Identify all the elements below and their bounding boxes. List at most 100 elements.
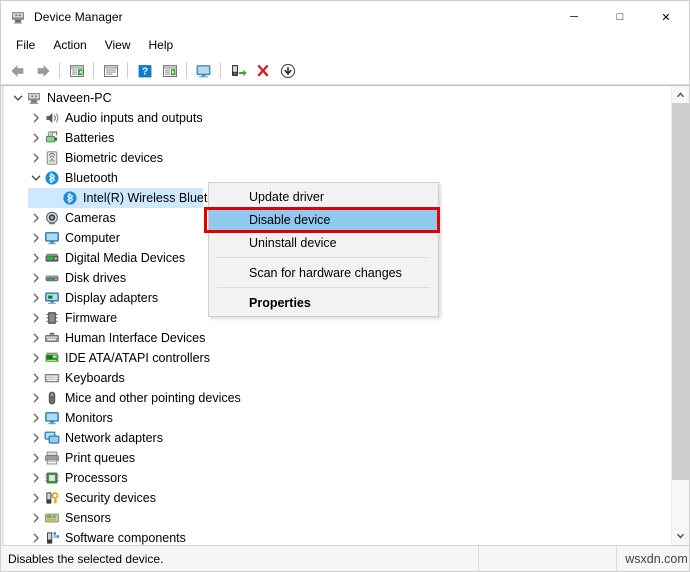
context-menu-item-uninstall-device[interactable]: Uninstall device: [209, 231, 438, 254]
tree-expander-collapsed-icon[interactable]: [28, 150, 44, 166]
tree-expander-collapsed-icon[interactable]: [28, 350, 44, 366]
tree-item[interactable]: Processors: [2, 468, 671, 488]
tree-item[interactable]: Security devices: [2, 488, 671, 508]
menu-view[interactable]: View: [96, 35, 140, 55]
tree-expander-collapsed-icon[interactable]: [28, 410, 44, 426]
svg-text:?: ?: [141, 66, 147, 77]
context-menu[interactable]: Update driver Disable device Uninstall dev…: [208, 182, 439, 317]
camera-icon: [44, 210, 60, 226]
vertical-scrollbar[interactable]: [671, 86, 689, 545]
properties-icon[interactable]: [98, 59, 123, 82]
toolbar-separator-4: [186, 62, 187, 79]
scrollbar-track[interactable]: [672, 103, 689, 528]
tree-expander-collapsed-icon[interactable]: [28, 110, 44, 126]
tree-item[interactable]: Batteries: [2, 128, 671, 148]
window-title: Device Manager: [34, 10, 123, 24]
device-manager-icon: [10, 9, 26, 25]
tree-item[interactable]: Audio inputs and outputs: [2, 108, 671, 128]
tree-expander-leaf-icon: [46, 190, 62, 206]
back-icon[interactable]: [5, 59, 30, 82]
security-key-icon: [44, 490, 60, 506]
context-menu-item-disable-device[interactable]: Disable device: [209, 208, 438, 231]
tree-expander-expanded-icon[interactable]: [28, 170, 44, 186]
tree-item-label: Display adapters: [65, 291, 159, 305]
sensor-icon: [44, 510, 60, 526]
tree-expander-collapsed-icon[interactable]: [28, 470, 44, 486]
update-driver-icon[interactable]: [225, 59, 250, 82]
bluetooth-icon: [62, 190, 78, 206]
hid-icon: [44, 330, 60, 346]
computer-root-icon: [26, 90, 42, 106]
context-menu-item-update-driver[interactable]: Update driver: [209, 185, 438, 208]
tree-expander-collapsed-icon[interactable]: [28, 390, 44, 406]
title-bar: Device Manager ─ □ ✕: [1, 1, 689, 33]
tree-expander-collapsed-icon[interactable]: [28, 490, 44, 506]
tree-expander-collapsed-icon[interactable]: [28, 290, 44, 306]
tree-item[interactable]: Naveen-PC: [2, 88, 671, 108]
scrollbar-thumb[interactable]: [672, 103, 689, 480]
tree-item-label: Security devices: [65, 491, 157, 505]
forward-icon[interactable]: [30, 59, 55, 82]
tree-expander-collapsed-icon[interactable]: [28, 450, 44, 466]
toolbar-separator-5: [220, 62, 221, 79]
tree-item-label: Print queues: [65, 451, 136, 465]
tree-expander-collapsed-icon[interactable]: [28, 130, 44, 146]
menu-help[interactable]: Help: [140, 35, 183, 55]
tree-item[interactable]: Network adapters: [2, 428, 671, 448]
scroll-up-arrow-icon[interactable]: [672, 86, 689, 103]
display-adapter-icon: [44, 290, 60, 306]
tree-item[interactable]: Biometric devices: [2, 148, 671, 168]
tree-expander-collapsed-icon[interactable]: [28, 510, 44, 526]
status-message: Disables the selected device.: [1, 546, 479, 571]
ide-controller-icon: [44, 350, 60, 366]
tree-item-label: Human Interface Devices: [65, 331, 206, 345]
help-icon[interactable]: ?: [132, 59, 157, 82]
tree-item-label: Sensors: [65, 511, 111, 525]
tree-expander-collapsed-icon[interactable]: [28, 530, 44, 545]
disable-device-icon[interactable]: [275, 59, 300, 82]
context-menu-separator: [217, 257, 430, 258]
caption-buttons: ─ □ ✕: [551, 1, 689, 33]
tree-item[interactable]: IDE ATA/ATAPI controllers: [2, 348, 671, 368]
tree-expander-collapsed-icon[interactable]: [28, 370, 44, 386]
uninstall-device-icon[interactable]: [250, 59, 275, 82]
tree-expander-collapsed-icon[interactable]: [28, 230, 44, 246]
context-menu-item-properties[interactable]: Properties: [209, 291, 438, 314]
tree-item[interactable]: Keyboards: [2, 368, 671, 388]
context-menu-separator: [217, 287, 430, 288]
close-button[interactable]: ✕: [643, 1, 689, 33]
software-component-icon: [44, 530, 60, 545]
battery-icon: [44, 130, 60, 146]
tree-expander-collapsed-icon[interactable]: [28, 430, 44, 446]
menu-bar: File Action View Help: [1, 33, 689, 57]
show-hide-console-tree-icon[interactable]: [64, 59, 89, 82]
tree-expander-collapsed-icon[interactable]: [28, 310, 44, 326]
tree-expander-expanded-icon[interactable]: [10, 90, 26, 106]
tree-item[interactable]: Human Interface Devices: [2, 328, 671, 348]
scroll-down-arrow-icon[interactable]: [672, 528, 689, 545]
tree-expander-collapsed-icon[interactable]: [28, 270, 44, 286]
tree-item-label: Audio inputs and outputs: [65, 111, 203, 125]
toolbar: ?: [1, 57, 689, 85]
tree-item-label: Keyboards: [65, 371, 125, 385]
scan-for-hardware-changes-icon[interactable]: [191, 59, 216, 82]
tree-item-label: IDE ATA/ATAPI controllers: [65, 351, 210, 365]
tree-item[interactable]: Mice and other pointing devices: [2, 388, 671, 408]
tree-item[interactable]: Monitors: [2, 408, 671, 428]
printer-icon: [44, 450, 60, 466]
tree-expander-collapsed-icon[interactable]: [28, 210, 44, 226]
context-menu-item-scan-for-hardware-changes[interactable]: Scan for hardware changes: [209, 261, 438, 284]
tree-expander-collapsed-icon[interactable]: [28, 330, 44, 346]
maximize-button[interactable]: □: [597, 1, 643, 33]
mouse-icon: [44, 390, 60, 406]
tree-expander-collapsed-icon[interactable]: [28, 250, 44, 266]
tree-item[interactable]: Sensors: [2, 508, 671, 528]
minimize-button[interactable]: ─: [551, 1, 597, 33]
tree-item[interactable]: Software components: [2, 528, 671, 545]
tree-item[interactable]: Print queues: [2, 448, 671, 468]
tree-item-label: Digital Media Devices: [65, 251, 186, 265]
menu-action[interactable]: Action: [44, 35, 95, 55]
monitor-icon: [44, 410, 60, 426]
menu-file[interactable]: File: [7, 35, 44, 55]
action-icon[interactable]: [157, 59, 182, 82]
